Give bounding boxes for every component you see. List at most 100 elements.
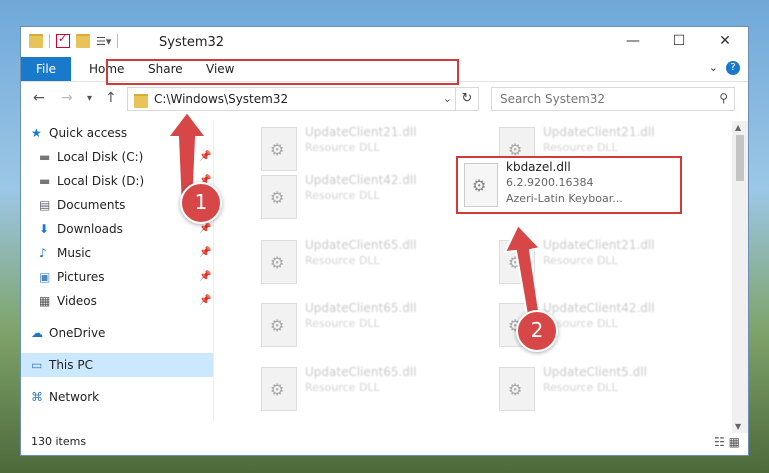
step-2-badge: 2 <box>516 310 558 352</box>
chevron-down-icon[interactable]: ⌄ <box>443 92 452 105</box>
file-description: Resource DLL <box>305 254 380 267</box>
computer-icon: ▭ <box>31 358 43 372</box>
sidebar-item-this-pc[interactable]: ▭ This PC <box>21 353 213 377</box>
file-description: Resource DLL <box>543 141 618 154</box>
sidebar-item-label: Music <box>57 246 92 260</box>
file-name: UpdateClient42.dll <box>305 173 417 187</box>
scroll-up-icon[interactable]: ▲ <box>735 123 741 132</box>
download-icon: ⬇ <box>39 222 50 236</box>
sidebar-item-label: OneDrive <box>49 326 106 340</box>
file-version: 6.2.9200.16384 <box>506 176 594 189</box>
dll-file-icon <box>261 175 297 219</box>
file-name: UpdateClient21.dll <box>305 125 417 139</box>
address-path[interactable]: C:\Windows\System32 <box>154 92 288 106</box>
view-toggle-icon[interactable]: ☷ ▦ <box>714 435 740 449</box>
file-name: UpdateClient5.dll <box>543 365 647 379</box>
sidebar-item-downloads[interactable]: ⬇ Downloads 📌 <box>21 217 213 241</box>
file-tile[interactable]: UpdateClient5.dll Resource DLL <box>491 361 711 413</box>
maximize-button[interactable]: ☐ <box>656 27 702 57</box>
address-highlight-box <box>106 59 459 85</box>
item-count: 130 items <box>31 435 87 448</box>
file-description: Resource DLL <box>305 141 380 154</box>
tab-file[interactable]: File <box>21 57 71 81</box>
sidebar-item-label: This PC <box>49 358 93 372</box>
search-box[interactable]: ⚲ <box>491 87 735 111</box>
dll-file-icon <box>261 303 297 347</box>
sidebar-item-label: Network <box>49 390 100 404</box>
sidebar-item-pictures[interactable]: ▣ Pictures 📌 <box>21 265 213 289</box>
sidebar-item-label: Documents <box>57 198 126 212</box>
back-arrow-icon[interactable]: ← <box>33 90 45 106</box>
file-name: UpdateClient65.dll <box>305 301 417 315</box>
file-name: UpdateClient21.dll <box>543 125 655 139</box>
sidebar-item-label: Local Disk (D:) <box>57 174 145 188</box>
file-name: kbdazel.dll <box>506 160 571 174</box>
cloud-icon: ☁ <box>31 326 43 340</box>
pin-icon[interactable]: 📌 <box>199 289 211 313</box>
sidebar-item-onedrive[interactable]: ☁ OneDrive <box>21 321 213 345</box>
quick-access-toolbar: ☰▾ <box>29 32 119 48</box>
pin-icon[interactable]: 📌 <box>199 265 211 289</box>
folder-icon[interactable] <box>29 34 43 48</box>
videos-icon: ▦ <box>39 294 51 308</box>
address-bar[interactable]: C:\Windows\System32 ⌄ ↻ <box>127 87 479 111</box>
new-folder-icon[interactable] <box>76 34 90 48</box>
help-icon[interactable]: ? <box>726 61 740 75</box>
vertical-scrollbar[interactable]: ▲ ▼ <box>732 121 748 433</box>
forward-arrow-icon[interactable]: → <box>61 90 73 106</box>
file-name: UpdateClient65.dll <box>305 365 417 379</box>
file-description: Resource DLL <box>305 317 380 330</box>
music-icon: ♪ <box>39 246 47 260</box>
file-description: Azeri-Latin Keyboar... <box>506 192 623 205</box>
folder-icon <box>134 94 148 108</box>
file-tile[interactable]: UpdateClient21.dll Resource DLL <box>491 234 711 286</box>
minimize-button[interactable]: — <box>610 27 656 57</box>
dll-file-icon <box>261 367 297 411</box>
dll-file-icon <box>464 163 498 207</box>
up-arrow-icon[interactable]: ↑ <box>105 90 117 106</box>
status-bar: 130 items ☷ ▦ <box>21 429 748 455</box>
sidebar-item-quick-access[interactable]: ★ Quick access <box>21 121 213 145</box>
file-description: Resource DLL <box>305 189 380 202</box>
recent-locations-icon[interactable]: ▾ <box>87 93 92 104</box>
disk-icon: ▬ <box>39 150 51 164</box>
navigation-bar: ← → ▾ ↑ C:\Windows\System32 ⌄ ↻ ⚲ <box>21 83 748 115</box>
sidebar-item-label: Quick access <box>49 126 128 140</box>
search-input[interactable] <box>498 91 702 107</box>
customize-toolbar-icon[interactable]: ☰▾ <box>96 35 111 48</box>
file-name: UpdateClient65.dll <box>305 238 417 252</box>
scroll-thumb[interactable] <box>736 135 744 181</box>
file-name: UpdateClient42.dll <box>543 301 655 315</box>
file-tile[interactable]: UpdateClient65.dll Resource DLL <box>253 234 473 286</box>
window-title: System32 <box>159 35 225 50</box>
pictures-icon: ▣ <box>39 270 51 284</box>
sidebar-item-music[interactable]: ♪ Music 📌 <box>21 241 213 265</box>
pin-icon[interactable]: 📌 <box>199 241 211 265</box>
file-description: Resource DLL <box>305 381 380 394</box>
highlighted-file[interactable]: kbdazel.dll 6.2.9200.16384 Azeri-Latin K… <box>456 156 682 214</box>
title-bar: ☰▾ System32 — ☐ ✕ <box>21 27 748 57</box>
file-description: Resource DLL <box>543 254 618 267</box>
sidebar-item-label: Downloads <box>57 222 123 236</box>
pin-icon[interactable]: 📌 <box>199 145 211 169</box>
sidebar-item-network[interactable]: ⌘ Network <box>21 385 213 409</box>
expand-ribbon-icon[interactable]: ⌄ <box>709 61 718 74</box>
close-button[interactable]: ✕ <box>702 27 748 57</box>
refresh-icon[interactable]: ↻ <box>455 88 478 110</box>
file-tile[interactable]: UpdateClient65.dll Resource DLL <box>253 361 473 413</box>
explorer-window: ☰▾ System32 — ☐ ✕ File Home Share View ⌄… <box>20 26 749 456</box>
documents-icon: ▤ <box>39 198 51 212</box>
file-tile[interactable]: UpdateClient42.dll Resource DLL <box>253 169 473 221</box>
properties-icon[interactable] <box>56 32 70 48</box>
sidebar-item-label: Videos <box>57 294 97 308</box>
file-tile[interactable]: UpdateClient21.dll Resource DLL <box>253 121 473 173</box>
search-icon: ⚲ <box>719 91 728 105</box>
disk-icon: ▬ <box>39 174 51 188</box>
sidebar-item-videos[interactable]: ▦ Videos 📌 <box>21 289 213 313</box>
dll-file-icon <box>261 240 297 284</box>
sidebar-item-local-disk-c[interactable]: ▬ Local Disk (C:) 📌 <box>21 145 213 169</box>
dll-file-icon <box>499 240 535 284</box>
file-tile[interactable]: UpdateClient65.dll Resource DLL <box>253 297 473 349</box>
dll-file-icon <box>261 127 297 171</box>
file-name: UpdateClient21.dll <box>543 238 655 252</box>
